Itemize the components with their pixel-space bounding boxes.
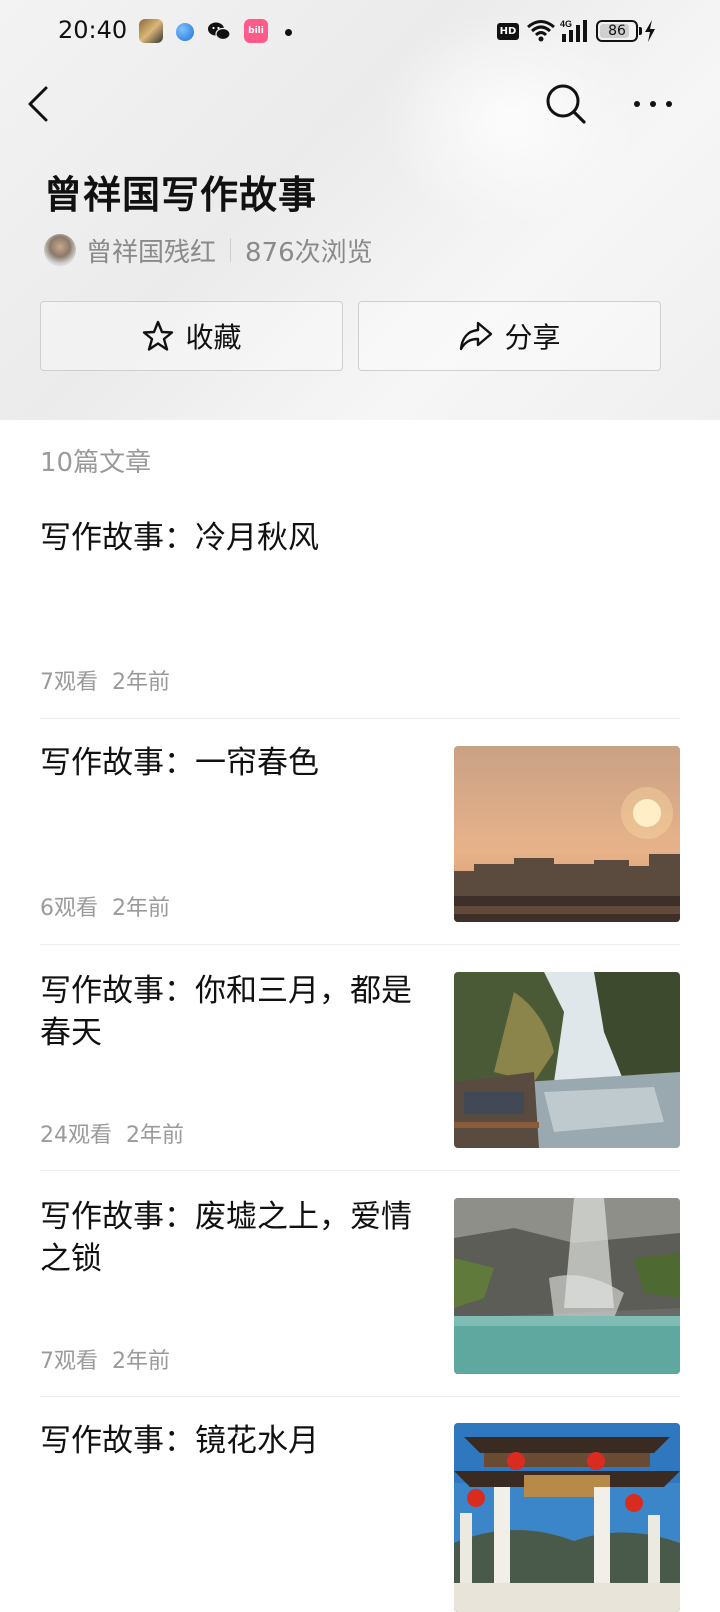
waterfall-image <box>454 1198 680 1374</box>
hd-badge: HD <box>497 23 519 40</box>
article-thumbnail[interactable] <box>454 746 680 922</box>
list-item[interactable]: 写作故事：你和三月，都是春天 24观看 2年前 <box>40 970 680 1150</box>
article-title: 写作故事：一帘春色 <box>40 745 319 781</box>
battery-nub <box>639 27 642 35</box>
article-views: 7观看 <box>40 670 98 695</box>
author-name[interactable]: 曾祥国残红 <box>86 232 216 269</box>
article-meta: 7观看 2年前 <box>40 1343 170 1375</box>
favorite-button[interactable]: 收藏 <box>40 301 343 371</box>
share-button[interactable]: 分享 <box>358 301 661 371</box>
game-app-icon <box>139 19 163 43</box>
article-views: 7观看 <box>40 1349 98 1374</box>
view-count: 876次浏览 <box>245 237 373 268</box>
battery-icon: 86 <box>596 20 638 42</box>
river-image <box>454 972 680 1148</box>
share-icon <box>460 321 493 351</box>
article-meta: 24观看 2年前 <box>40 1117 184 1149</box>
sunset-image <box>454 746 680 922</box>
article-meta: 7观看 2年前 <box>40 664 170 696</box>
separator <box>40 1396 680 1397</box>
separator <box>40 718 680 719</box>
status-time: 20:40 <box>58 16 128 44</box>
back-button[interactable] <box>24 82 64 128</box>
article-time: 2年前 <box>112 1349 170 1374</box>
notification-dot <box>285 29 292 36</box>
signal-icon: 4G <box>560 18 590 46</box>
status-bar: 20:40 bili HD 4G 86 <box>0 0 720 64</box>
list-item[interactable]: 写作故事：冷月秋风 7观看 2年前 <box>40 517 680 697</box>
article-thumbnail[interactable] <box>454 1198 680 1374</box>
article-count: 10篇文章 <box>40 448 152 478</box>
article-title: 写作故事：废墟之上，爱情之锁 <box>40 1199 412 1277</box>
article-title: 写作故事：你和三月，都是春天 <box>40 973 412 1051</box>
back-icon <box>28 86 48 122</box>
article-thumbnail[interactable] <box>454 972 680 1148</box>
charging-icon <box>644 20 656 48</box>
favorite-label: 收藏 <box>185 321 242 354</box>
avatar[interactable] <box>44 234 76 266</box>
author-row: 曾祥国残红 876次浏览 <box>44 230 373 270</box>
network-type-label: 4G <box>560 19 572 29</box>
article-meta: 6观看 2年前 <box>40 890 170 922</box>
wechat-app-icon <box>207 19 231 43</box>
list-item[interactable]: 写作故事：废墟之上，爱情之锁 7观看 2年前 <box>40 1196 680 1376</box>
more-icon <box>634 101 672 107</box>
article-title: 写作故事：冷月秋风 <box>40 520 319 556</box>
article-thumbnail[interactable] <box>454 1423 680 1612</box>
separator <box>40 944 680 945</box>
share-label: 分享 <box>504 321 561 354</box>
gate-image <box>454 1423 680 1612</box>
article-title: 写作故事：镜花水月 <box>40 1423 319 1459</box>
page-title: 曾祥国写作故事 <box>44 173 318 217</box>
browser-app-icon <box>176 23 194 41</box>
article-time: 2年前 <box>112 896 170 921</box>
more-button[interactable] <box>628 86 678 122</box>
article-time: 2年前 <box>126 1123 184 1148</box>
list-item[interactable]: 写作故事：镜花水月 <box>40 1420 680 1612</box>
article-views: 24观看 <box>40 1123 112 1148</box>
star-icon <box>143 320 174 351</box>
list-item[interactable]: 写作故事：一帘春色 6观看 2年前 <box>40 742 680 922</box>
battery-percentage: 86 <box>608 23 626 39</box>
divider <box>230 238 232 262</box>
separator <box>40 1170 680 1171</box>
bilibili-app-label: bili <box>248 26 264 36</box>
search-button[interactable] <box>542 80 588 126</box>
wifi-icon <box>526 18 556 46</box>
bilibili-app-icon: bili <box>244 19 268 43</box>
article-views: 6观看 <box>40 896 98 921</box>
search-icon <box>546 84 586 124</box>
article-time: 2年前 <box>112 670 170 695</box>
